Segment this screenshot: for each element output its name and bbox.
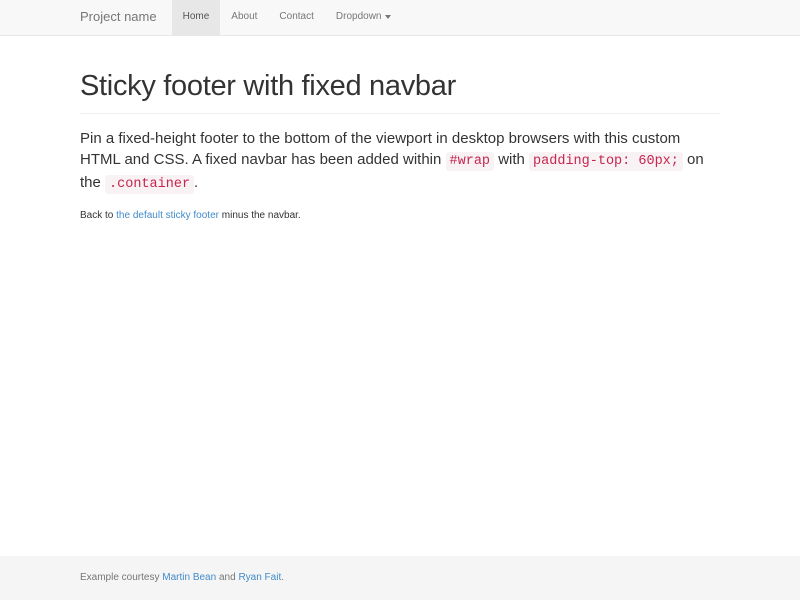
nav-label: Home	[183, 10, 210, 24]
footer-text: Example courtesy Martin Bean and Ryan Fa…	[80, 571, 720, 585]
nav-item-dropdown[interactable]: Dropdown	[325, 0, 403, 35]
code-padding: padding-top: 60px;	[529, 152, 683, 171]
nav-item-contact[interactable]: Contact	[268, 0, 324, 35]
code-wrap: #wrap	[446, 152, 495, 171]
footer-mid: and	[216, 572, 238, 583]
back-prefix: Back to	[80, 210, 116, 221]
lead-text: .	[194, 174, 198, 191]
nav-item-about[interactable]: About	[220, 0, 268, 35]
nav-item-home[interactable]: Home	[172, 0, 221, 35]
main-content: Sticky footer with fixed navbar Pin a fi…	[0, 36, 800, 556]
footer-link-1[interactable]: Martin Bean	[162, 572, 216, 583]
page-header: Sticky footer with fixed navbar	[80, 36, 720, 114]
back-line: Back to the default sticky footer minus …	[80, 209, 720, 223]
footer-link-2[interactable]: Ryan Fait	[238, 572, 281, 583]
nav-label: Dropdown	[336, 10, 382, 24]
page-title: Sticky footer with fixed navbar	[80, 66, 720, 107]
chevron-down-icon	[385, 15, 391, 19]
footer-prefix: Example courtesy	[80, 572, 162, 583]
nav-label: About	[231, 10, 257, 24]
nav-label: Contact	[279, 10, 313, 24]
footer-suffix: .	[281, 572, 284, 583]
back-suffix: minus the navbar.	[219, 210, 301, 221]
lead-paragraph: Pin a fixed-height footer to the bottom …	[80, 128, 720, 195]
back-link[interactable]: the default sticky footer	[116, 210, 219, 221]
navbar: Project name Home About Contact Dropdown	[0, 0, 800, 36]
nav-list: Home About Contact Dropdown	[172, 0, 403, 35]
code-container: .container	[105, 175, 194, 194]
footer: Example courtesy Martin Bean and Ryan Fa…	[0, 556, 800, 600]
lead-text: with	[494, 151, 529, 168]
navbar-brand[interactable]: Project name	[80, 0, 172, 35]
